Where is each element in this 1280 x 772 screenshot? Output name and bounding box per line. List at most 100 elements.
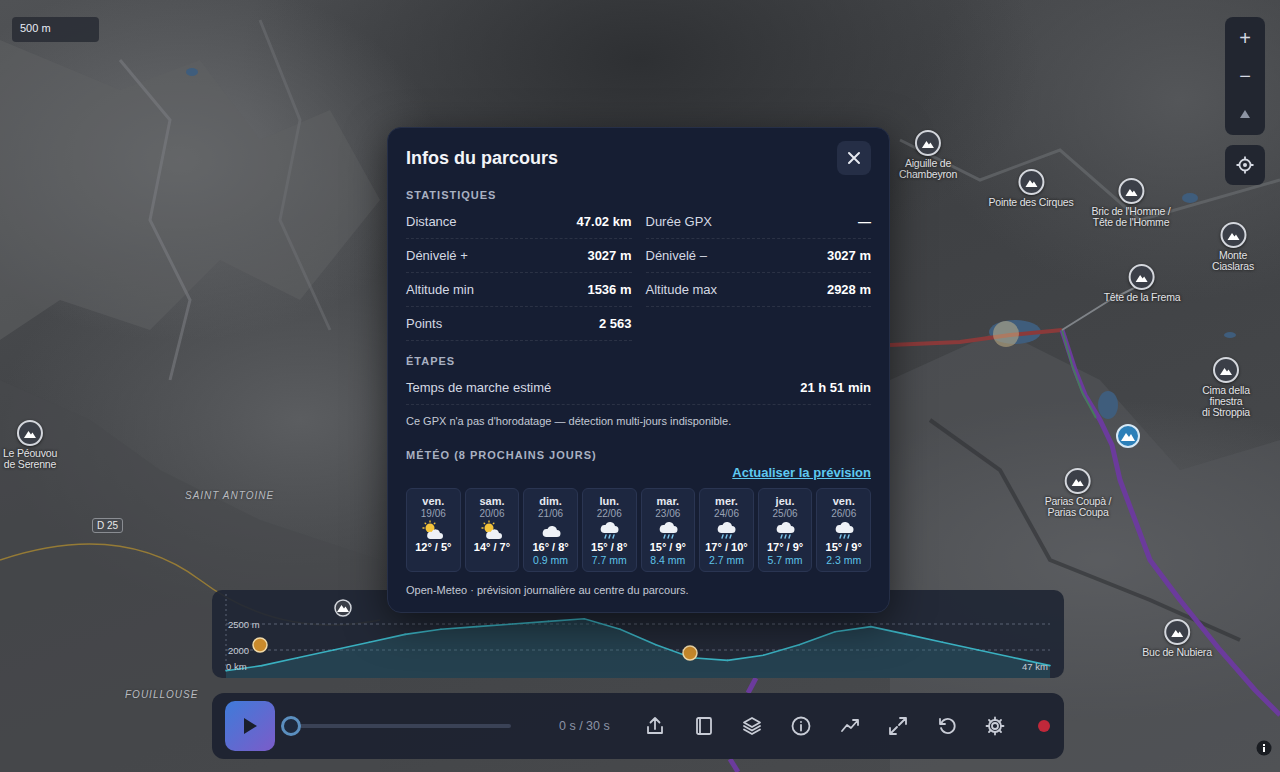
day-precip: 7.7 mm (592, 554, 627, 566)
cloud-weather-icon-svg (540, 520, 562, 540)
peak-label: Buc de Nubiera (1142, 647, 1212, 658)
expand-icon (887, 715, 909, 737)
peak-pin[interactable] (1220, 222, 1246, 248)
profile-point (655, 644, 657, 646)
sun-cloud-weather-icon-svg (422, 520, 444, 540)
peak-marker[interactable]: Le Péouvou de Serenne (3, 420, 57, 470)
road-label: D 25 (92, 518, 123, 533)
peak-marker[interactable]: Cima della finestra di Stroppia (1199, 357, 1253, 418)
locate-button[interactable] (1225, 145, 1265, 185)
peak-marker[interactable]: Aiguille de Chambeyron (899, 130, 957, 180)
peak-pin[interactable] (1118, 178, 1144, 204)
profile-point (906, 634, 908, 636)
elevation-icon (839, 715, 861, 737)
stat-value: — (858, 214, 871, 229)
forecast-day: sam.20/0614° / 7° (465, 488, 520, 572)
day-name: mar. (656, 495, 679, 507)
peak-pin[interactable] (1129, 264, 1155, 290)
day-name: sam. (479, 495, 504, 507)
attribution-icon-svg (1256, 740, 1272, 756)
peak-marker[interactable]: Parias Coupà / Parias Coupa (1045, 468, 1112, 518)
profile-point (261, 665, 263, 667)
peak-pin[interactable] (915, 130, 941, 156)
rain-weather-icon-svg (598, 520, 620, 540)
rain-weather-icon (657, 520, 679, 540)
walk-time-label: Temps de marche estimé (406, 380, 551, 395)
mountain-icon-svg (1124, 185, 1138, 197)
day-date: 21/06 (538, 508, 563, 519)
timeline-knob[interactable] (281, 716, 301, 736)
profile-point (942, 641, 944, 643)
gear-icon (984, 715, 1006, 737)
place-label: SAINT ANTOINE (185, 490, 274, 501)
elevation-button[interactable] (825, 706, 874, 746)
reset-button[interactable] (923, 706, 972, 746)
cloud-weather-icon (540, 520, 562, 540)
mountain-icon-svg (1226, 229, 1240, 241)
stat-label: Altitude min (406, 282, 474, 297)
stat-row: Durée GPX — (646, 205, 872, 239)
reset-icon (936, 715, 958, 737)
stat-row: Altitude min 1536 m (406, 273, 632, 307)
day-precip: 2.3 mm (826, 554, 861, 566)
toolbar-tools (631, 706, 1068, 746)
peak-pin[interactable] (1065, 468, 1091, 494)
peak-marker[interactable]: Pointe des Cirques (988, 169, 1073, 208)
stats-grid: Distance47.02 kmDurée GPX—Dénivelé +3027… (406, 205, 871, 341)
timeline-slider[interactable] (291, 724, 511, 728)
profile-point (798, 644, 800, 646)
layers-button[interactable] (728, 706, 777, 746)
time-readout: 0 s / 30 s (559, 719, 621, 733)
stat-value: 1536 m (587, 282, 631, 297)
close-button[interactable] (837, 141, 871, 175)
rain-weather-icon (833, 520, 855, 540)
compass-button[interactable] (1225, 95, 1265, 133)
stat-label: Altitude max (646, 282, 718, 297)
peak-pin[interactable] (1213, 357, 1239, 383)
refresh-link[interactable]: Actualiser la prévision (732, 465, 871, 480)
peak-marker[interactable]: Buc de Nubiera (1142, 619, 1212, 658)
day-temps: 15° / 9° (650, 541, 686, 553)
day-temps: 15° / 8° (591, 541, 627, 553)
rain-weather-icon (598, 520, 620, 540)
mountain-icon-svg (23, 427, 37, 439)
profile-point (1049, 665, 1051, 667)
stat-label: Durée GPX (646, 214, 712, 229)
peak-marker[interactable]: Monte Ciaslaras (1210, 222, 1257, 272)
profile-tick: 2500 m (228, 619, 260, 630)
share-button[interactable] (631, 706, 680, 746)
peak-marker[interactable]: Tête de la Frema (1104, 264, 1181, 303)
book-button[interactable] (680, 706, 729, 746)
share-icon (644, 715, 666, 737)
stat-value: 3027 m (827, 248, 871, 263)
peak-pin[interactable] (1164, 619, 1190, 645)
expand-button[interactable] (874, 706, 923, 746)
attribution-icon[interactable] (1256, 740, 1272, 756)
rain-weather-icon-svg (715, 520, 737, 540)
profile-point (369, 641, 371, 643)
peak-marker[interactable]: Bric de l'Homme / Tête de l'Homme (1091, 178, 1170, 228)
peak-pin[interactable] (1018, 169, 1044, 195)
stat-value: 3027 m (587, 248, 631, 263)
day-temps: 15° / 9° (826, 541, 862, 553)
zoom-in-button[interactable]: + (1225, 19, 1265, 57)
peak-label: Bric de l'Homme / Tête de l'Homme (1091, 206, 1170, 228)
day-precip: 8.4 mm (650, 554, 685, 566)
locate-icon (1236, 156, 1254, 174)
profile-point (583, 618, 585, 620)
peak-pin[interactable] (17, 420, 43, 446)
dialog-title: Infos du parcours (406, 148, 558, 169)
zoom-out-button[interactable]: − (1225, 57, 1265, 95)
layers-icon-svg (741, 715, 763, 737)
day-date: 23/06 (655, 508, 680, 519)
gear-button[interactable] (971, 706, 1020, 746)
record-button[interactable] (1020, 706, 1069, 746)
day-precip: 0.9 mm (533, 554, 568, 566)
stat-row: Dénivelé +3027 m (406, 239, 632, 273)
play-button[interactable] (225, 701, 275, 751)
info-button[interactable] (777, 706, 826, 746)
mountain-icon (23, 427, 37, 439)
player-toolbar: 0 s / 30 s (212, 693, 1064, 759)
share-icon-svg (644, 715, 666, 737)
record-icon (1033, 715, 1055, 737)
